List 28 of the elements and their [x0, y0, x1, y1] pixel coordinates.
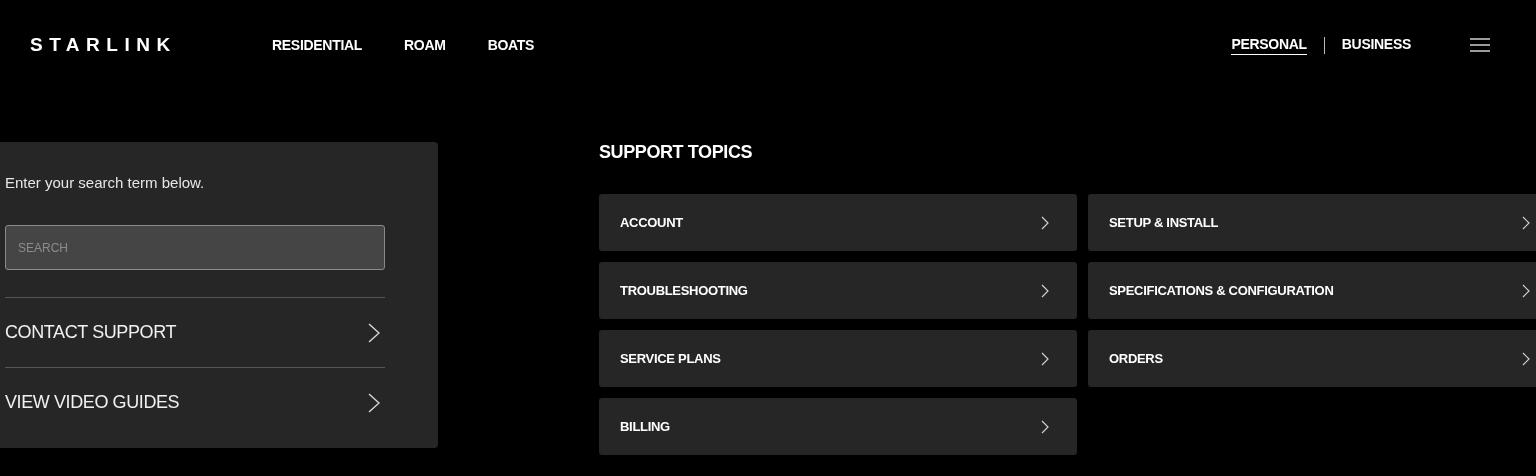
segment-link[interactable]: BUSINESS — [1341, 35, 1411, 55]
chevron-icon — [1522, 283, 1530, 298]
topic-tile[interactable]: TROUBLESHOOTING — [599, 262, 1077, 319]
nav-link[interactable]: BOATS — [487, 37, 535, 53]
menu-icon[interactable] — [1470, 38, 1490, 52]
topic-tile[interactable]: BILLING — [599, 398, 1077, 455]
chevron-icon — [368, 322, 380, 343]
segment-link[interactable]: PERSONAL — [1231, 35, 1307, 55]
chevron-icon — [1041, 215, 1049, 230]
topic-tile[interactable]: ORDERS — [1088, 330, 1536, 387]
chevron-icon — [1041, 351, 1049, 366]
support-link[interactable]: CONTACT SUPPORT — [5, 322, 177, 343]
search-field[interactable]: SEARCH — [5, 225, 385, 270]
chevron-icon — [368, 392, 380, 413]
topic-tile[interactable]: SETUP & INSTALL — [1088, 194, 1536, 251]
chevron-icon — [1522, 351, 1530, 366]
topic-tile[interactable]: SERVICE PLANS — [599, 330, 1077, 387]
nav-link[interactable]: RESIDENTIAL — [272, 37, 363, 53]
chevron-icon — [1041, 283, 1049, 298]
section-title: SUPPORT TOPICS — [599, 142, 754, 164]
chevron-icon — [1522, 215, 1530, 230]
topic-tile[interactable]: ACCOUNT — [599, 194, 1077, 251]
intro-text: Enter your search term below. — [5, 174, 206, 191]
nav-link[interactable]: ROAM — [404, 37, 446, 53]
chevron-icon — [1041, 419, 1049, 434]
support-link[interactable]: VIEW VIDEO GUIDES — [5, 392, 180, 413]
topic-tile[interactable]: SPECIFICATIONS & CONFIGURATION — [1088, 262, 1536, 319]
logo[interactable]: STARLINK — [30, 34, 272, 56]
